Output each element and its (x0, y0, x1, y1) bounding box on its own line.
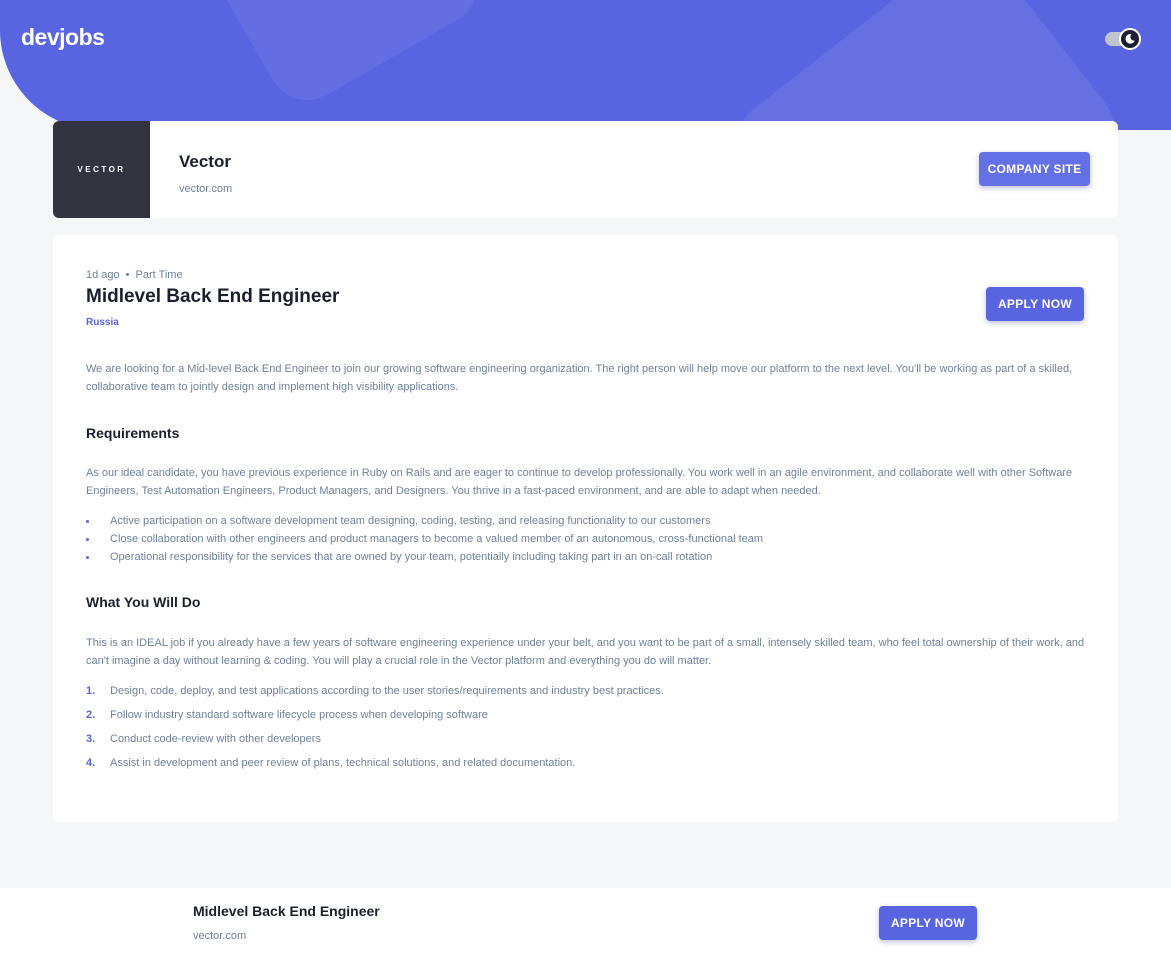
devjobs-logo[interactable]: devjobs (21, 24, 105, 51)
company-card: VECTOR Vector vector.com COMPANY SITE (53, 121, 1118, 218)
list-number: 2. (86, 709, 96, 721)
list-item: Active participation on a software devel… (86, 512, 1086, 530)
list-number: 4. (86, 757, 96, 769)
posted-time: 1d ago (86, 269, 120, 281)
requirements-content: As our ideal candidate, you have previou… (86, 467, 1073, 497)
list-number: 3. (86, 733, 96, 745)
list-item-text: Assist in development and peer review of… (110, 757, 576, 769)
footer-bar: Midlevel Back End Engineer vector.com AP… (0, 888, 1171, 956)
job-location: Russia (86, 317, 119, 328)
header-decoration (197, 0, 493, 115)
moon-icon (1119, 28, 1141, 50)
footer-company-url: vector.com (193, 930, 247, 942)
list-item: Operational responsibility for the servi… (86, 548, 1086, 566)
requirements-list: Active participation on a software devel… (86, 512, 1086, 566)
list-item: 2. Follow industry standard software life… (86, 706, 1086, 730)
role-list: 1. Design, code, deploy, and test applica… (86, 682, 1086, 778)
job-card: 1d ago • Part Time Midlevel Back End Engin… (53, 235, 1118, 822)
header: devjobs (0, 0, 1171, 130)
list-item: 4. Assist in development and peer review … (86, 754, 1086, 778)
job-meta: 1d ago • Part Time (86, 269, 183, 281)
meta-separator: • (125, 269, 130, 281)
company-site-button[interactable]: COMPANY SITE (979, 152, 1090, 186)
job-description: We are looking for a Mid-level Back End … (86, 363, 1073, 393)
company-url: vector.com (179, 183, 233, 195)
theme-toggle[interactable] (1105, 28, 1141, 50)
list-item: 1. Design, code, deploy, and test applica… (86, 682, 1086, 706)
job-detail-page: devjobs VECTOR Vector vector.com COMPANY… (0, 0, 1171, 956)
company-logo: VECTOR (53, 121, 150, 218)
list-item-text: Follow industry standard software lifecy… (110, 709, 488, 721)
list-item-text: Design, code, deploy, and test applicati… (110, 685, 664, 697)
job-title: Midlevel Back End Engineer (86, 286, 340, 307)
role-content: This is an IDEAL job if you already have… (86, 637, 1085, 667)
footer-job-title: Midlevel Back End Engineer (193, 903, 380, 919)
footer-apply-now-button[interactable]: APPLY NOW (879, 906, 977, 940)
apply-now-button[interactable]: APPLY NOW (986, 287, 1084, 321)
role-heading: What You Will Do (86, 594, 201, 610)
requirements-heading: Requirements (86, 425, 180, 441)
list-item-text: Conduct code-review with other developer… (110, 733, 321, 745)
list-item: 3. Conduct code-review with other develop… (86, 730, 1086, 754)
list-number: 1. (86, 685, 96, 697)
company-name: Vector (179, 152, 231, 171)
contract-type: Part Time (135, 269, 183, 281)
list-item: Close collaboration with other engineers… (86, 530, 1086, 548)
header-decoration (714, 0, 1136, 130)
